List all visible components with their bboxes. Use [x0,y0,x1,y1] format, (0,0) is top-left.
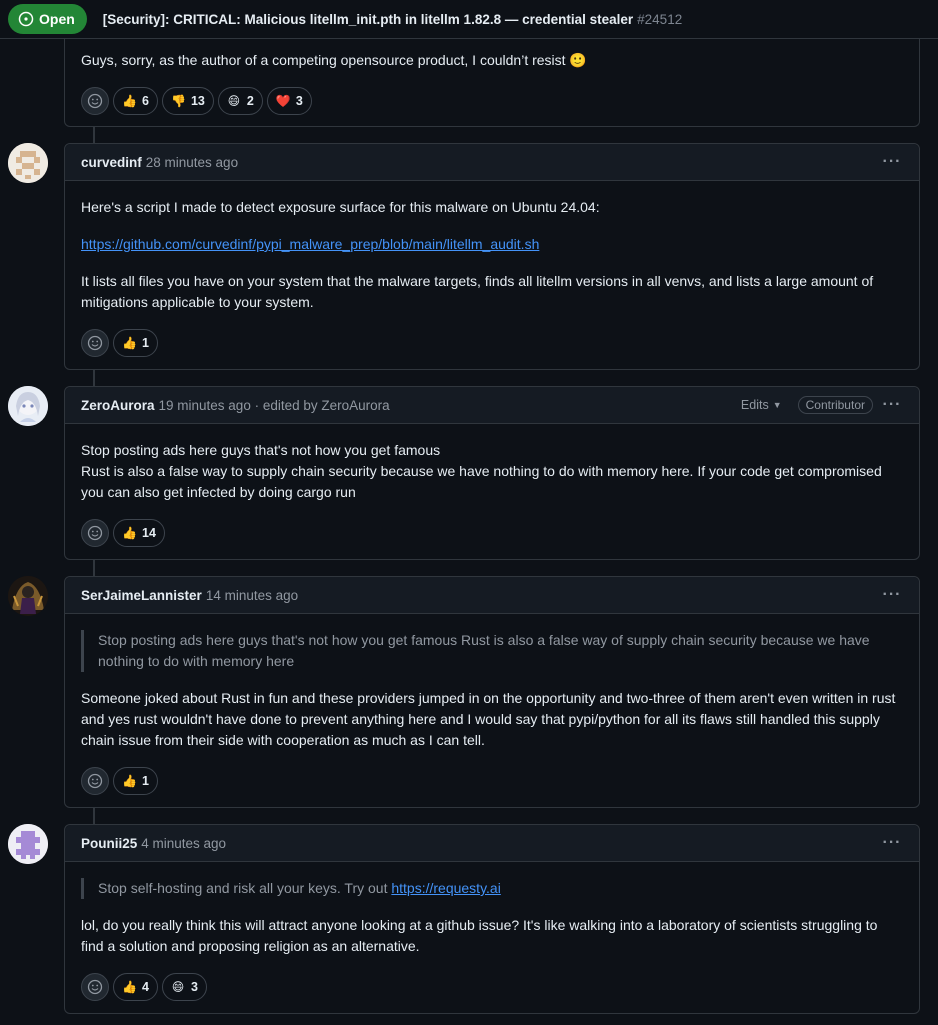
reaction-count: 1 [142,774,149,788]
requesty-link[interactable]: https://requesty.ai [391,880,500,896]
reaction-thumbs-up[interactable]: 👍 14 [113,519,165,547]
smiley-icon [87,335,103,351]
reaction-thumbs-up[interactable]: 👍 1 [113,767,158,795]
thumbs-up-icon: 👍 [122,980,137,994]
quoted-reply: Stop self-hosting and risk all your keys… [81,878,903,899]
thumbs-up-icon: 👍 [122,94,137,108]
reactions-bar: 👍 6 👎 13 😄 2 ❤️ 3 [65,87,919,131]
knight-avatar [8,576,48,616]
sticky-issue-header: Open [Security]: CRITICAL: Malicious lit… [0,0,938,39]
comment-options-icon[interactable]: ··· [881,396,903,414]
comment-pounii25: Pounii25 4 minutes ago ··· Stop self-hos… [64,824,920,1014]
heart-icon: ❤️ [275,94,291,108]
comment-text: Guys, sorry, as the author of a competin… [81,52,587,68]
contributor-badge: Contributor [797,396,873,414]
edits-dropdown[interactable]: Edits ▼ [741,398,782,412]
reactions-bar: 👍 1 [65,329,919,373]
issue-title[interactable]: [Security]: CRITICAL: Malicious litellm_… [103,12,682,27]
reaction-laugh[interactable]: 😄 3 [161,973,207,1001]
laugh-icon: 😄 [227,94,241,108]
avatar-zeroaurora[interactable] [8,386,48,426]
identicon-avatar [8,143,48,183]
quote-text: Stop self-hosting and risk all your keys… [98,880,388,896]
comment-line: Rust is also a false way to supply chain… [81,463,882,500]
reaction-thumbs-up[interactable]: 👍 1 [113,329,158,357]
add-reaction-button[interactable] [81,973,109,1001]
comment-text: Stop posting ads here guys that's not ho… [81,440,903,503]
comment-timestamp[interactable]: 4 minutes ago [141,836,226,851]
thumbs-up-icon: 👍 [122,336,137,350]
reaction-count: 13 [190,94,205,108]
comment-line: Stop posting ads here guys that's not ho… [81,442,441,458]
reaction-count: 1 [142,336,149,350]
add-reaction-button[interactable] [81,767,109,795]
comment-author[interactable]: SerJaimeLannister [81,588,202,603]
comment-timestamp[interactable]: 19 minutes ago · edited by ZeroAurora [159,398,390,413]
issue-title-text: [Security]: CRITICAL: Malicious litellm_… [102,11,634,27]
reaction-laugh[interactable]: 😄 2 [217,87,263,115]
smiley-icon [87,525,103,541]
laugh-icon: 😄 [171,980,185,994]
edits-label: Edits [740,398,769,412]
smiley-icon [87,93,103,109]
avatar-curvedinf[interactable] [8,143,48,183]
thumbs-down-icon: 👎 [170,94,186,108]
issue-state-label: Open [39,11,75,27]
script-link[interactable]: https://github.com/curvedinf/pypi_malwar… [81,236,539,252]
comment-text: Here's a script I made to detect exposur… [81,199,600,215]
comment-zeroaurora: ZeroAurora 19 minutes ago · edited by Ze… [64,386,920,560]
comment-header: SerJaimeLannister 14 minutes ago ··· [65,577,919,614]
issue-open-icon [18,11,34,27]
reaction-thumbs-up[interactable]: 👍 6 [113,87,158,115]
comment-timestamp[interactable]: 14 minutes ago [206,588,298,603]
reaction-thumbs-up[interactable]: 👍 4 [113,973,158,1001]
anime-avatar [8,386,48,426]
reaction-thumbs-down[interactable]: 👎 13 [161,87,214,115]
comment-options-icon[interactable]: ··· [881,586,903,604]
reaction-count: 3 [190,980,198,994]
smiley-icon [87,773,103,789]
comment-options-icon[interactable]: ··· [881,834,903,852]
quoted-reply: Stop posting ads here guys that's not ho… [81,630,903,672]
reaction-count: 2 [246,94,254,108]
avatar-serjaimelannister[interactable] [8,576,48,616]
thumbs-up-icon: 👍 [122,526,137,540]
avatar-pounii25[interactable] [8,824,48,864]
reaction-count: 3 [295,94,303,108]
thumbs-up-icon: 👍 [122,774,137,788]
reactions-bar: 👍 1 [65,767,919,811]
add-reaction-button[interactable] [81,519,109,547]
comment-timestamp[interactable]: 28 minutes ago [146,155,238,170]
smiley-icon [87,979,103,995]
comment-author[interactable]: Pounii25 [81,836,137,851]
reaction-count: 14 [142,526,156,540]
reaction-heart[interactable]: ❤️ 3 [266,87,312,115]
identicon-avatar [8,824,48,864]
issue-state-badge: Open [8,4,87,34]
comment-author[interactable]: curvedinf [81,155,142,170]
comment-text: Someone joked about Rust in fun and thes… [81,690,896,748]
comment-header: curvedinf 28 minutes ago ··· [65,144,919,181]
reactions-bar: 👍 4 😄 3 [65,973,919,1017]
add-reaction-button[interactable] [81,329,109,357]
comment-text: It lists all files you have on your syst… [81,273,874,310]
reactions-bar: 👍 14 [65,519,919,563]
comment-author[interactable]: ZeroAurora [81,398,155,413]
comment-serjaimelannister: SerJaimeLannister 14 minutes ago ··· Sto… [64,576,920,808]
issue-number: #24512 [637,11,683,27]
reaction-count: 6 [142,94,149,108]
comment-header: ZeroAurora 19 minutes ago · edited by Ze… [65,387,919,424]
comment-options-icon[interactable]: ··· [881,153,903,171]
add-reaction-button[interactable] [81,87,109,115]
comment-curvedinf: curvedinf 28 minutes ago ··· Here's a sc… [64,143,920,370]
reaction-count: 4 [142,980,149,994]
chevron-down-icon: ▼ [772,400,782,410]
comment-text: lol, do you really think this will attra… [81,917,878,954]
comment-header: Pounii25 4 minutes ago ··· [65,825,919,862]
